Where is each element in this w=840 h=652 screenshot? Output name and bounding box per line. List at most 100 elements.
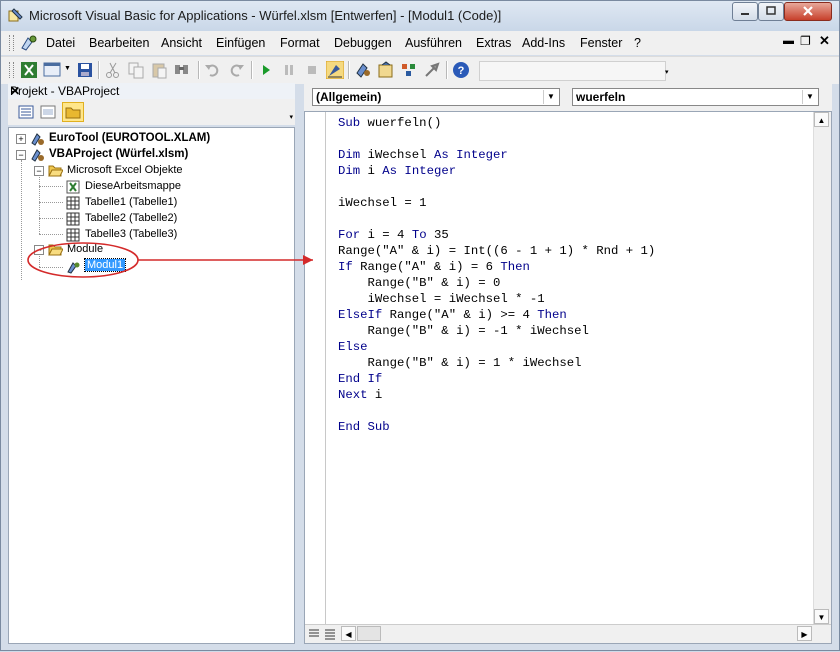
tree-item-eurotool[interactable]: EuroTool (EUROTOOL.XLAM) <box>49 132 210 144</box>
scroll-up-icon[interactable]: ▲ <box>814 112 829 127</box>
code-line[interactable]: Range("A" & i) = Int((6 - 1 + 1) * Rnd +… <box>338 243 655 259</box>
save-icon[interactable] <box>76 61 94 79</box>
code-editor[interactable]: Sub wuerfeln() Dim iWechsel As Integer Di… <box>304 111 832 644</box>
tree-item-vbaproject[interactable]: VBAProject (Würfel.xlsm) <box>49 148 188 160</box>
mdi-restore-icon[interactable]: ❐ <box>800 34 811 48</box>
pause-icon[interactable] <box>280 61 298 79</box>
tree-item-workbook[interactable]: DieseArbeitsmappe <box>85 180 181 192</box>
collapse-modules-icon[interactable]: − <box>34 245 44 255</box>
code-line[interactable]: ElseIf Range("A" & i) >= 4 Then <box>338 307 655 323</box>
code-line[interactable] <box>338 211 655 227</box>
tree-item-excel-objects[interactable]: Microsoft Excel Objekte <box>67 164 183 176</box>
code-line[interactable] <box>338 131 655 147</box>
mdi-close-icon[interactable]: ✕ <box>819 33 830 49</box>
code-keyword: For <box>338 228 368 242</box>
code-line[interactable]: iWechsel = 1 <box>338 195 655 211</box>
menu-bearbeiten[interactable]: Bearbeiten <box>89 36 149 50</box>
code-line[interactable]: Next i <box>338 387 655 403</box>
code-token: Range("B" & i) = -1 * iWechsel <box>338 324 589 338</box>
copy-icon[interactable] <box>127 61 145 79</box>
code-line[interactable]: Else <box>338 339 655 355</box>
project-explorer-icon[interactable] <box>354 61 372 79</box>
redo-icon[interactable] <box>227 61 245 79</box>
code-line[interactable]: End Sub <box>338 419 655 435</box>
toolbar-grip[interactable] <box>9 62 14 78</box>
code-line[interactable] <box>338 403 655 419</box>
code-line[interactable]: For i = 4 To 35 <box>338 227 655 243</box>
close-button[interactable] <box>784 2 832 21</box>
mdi-minimize-icon[interactable]: ▬ <box>783 35 794 47</box>
collapse-excel-objects-icon[interactable]: − <box>34 166 44 176</box>
code-line[interactable]: End If <box>338 371 655 387</box>
properties-window-icon[interactable] <box>377 61 395 79</box>
procedure-view-icon[interactable] <box>307 627 321 641</box>
vba-document-icon[interactable] <box>19 34 39 52</box>
paste-icon[interactable] <box>150 61 168 79</box>
help-icon[interactable]: ? <box>452 61 470 79</box>
code-line[interactable]: Range("B" & i) = 0 <box>338 275 655 291</box>
menu-format[interactable]: Format <box>280 36 320 50</box>
undo-icon[interactable] <box>204 61 222 79</box>
horizontal-scroll-thumb[interactable] <box>357 626 381 641</box>
insert-userform-icon[interactable] <box>43 61 61 79</box>
scroll-right-icon[interactable]: ▶ <box>797 626 812 641</box>
tree-item-modules[interactable]: Module <box>67 243 103 255</box>
code-line[interactable]: Dim iWechsel As Integer <box>338 147 655 163</box>
horizontal-scrollbar[interactable]: ◀ ▶ <box>305 624 831 643</box>
run-icon[interactable] <box>257 61 275 79</box>
view-object-icon[interactable] <box>40 105 56 119</box>
code-line[interactable] <box>338 179 655 195</box>
vba-project-icon <box>31 133 44 146</box>
toolbar-position-field[interactable] <box>479 61 666 81</box>
tree-item-module1[interactable]: Modul1 <box>83 258 127 272</box>
menu-ansicht[interactable]: Ansicht <box>161 36 202 50</box>
scroll-down-icon[interactable]: ▼ <box>814 609 829 624</box>
find-icon[interactable] <box>173 61 191 79</box>
tree-item-sheet3[interactable]: Tabelle3 (Tabelle3) <box>85 228 177 240</box>
code-line[interactable]: Range("B" & i) = -1 * iWechsel <box>338 323 655 339</box>
cut-icon[interactable] <box>104 61 122 79</box>
toolbox-icon[interactable] <box>423 61 441 79</box>
collapse-vbaproject-icon[interactable]: − <box>16 150 26 160</box>
menu-add-ins[interactable]: Add-Ins <box>522 36 565 50</box>
tree-item-sheet1[interactable]: Tabelle1 (Tabelle1) <box>85 196 177 208</box>
maximize-button[interactable] <box>758 2 784 21</box>
project-explorer-close-icon[interactable]: ✕ <box>10 84 292 98</box>
object-combobox[interactable]: (Allgemein) ▼ <box>312 88 560 106</box>
expand-eurotool-icon[interactable]: + <box>16 134 26 144</box>
menu-extras[interactable]: Extras <box>476 36 511 50</box>
vertical-scrollbar[interactable]: ▲ ▼ <box>813 112 831 624</box>
breakpoint-margin[interactable] <box>305 112 326 624</box>
proj-toolbar-options-icon[interactable]: ▾ <box>289 113 293 121</box>
design-mode-icon[interactable] <box>326 61 344 79</box>
code-line[interactable]: Sub wuerfeln() <box>338 115 655 131</box>
code-line[interactable]: iWechsel = iWechsel * -1 <box>338 291 655 307</box>
excel-view-icon[interactable] <box>20 61 38 79</box>
view-code-icon[interactable] <box>18 105 34 119</box>
scroll-left-icon[interactable]: ◀ <box>341 626 356 641</box>
code-line[interactable]: Range("B" & i) = 1 * iWechsel <box>338 355 655 371</box>
size-grip-icon[interactable] <box>814 626 830 642</box>
code-line[interactable]: Dim i As Integer <box>338 163 655 179</box>
tree-item-sheet2[interactable]: Tabelle2 (Tabelle2) <box>85 212 177 224</box>
menu-einfuegen[interactable]: Einfügen <box>216 36 265 50</box>
code-text[interactable]: Sub wuerfeln() Dim iWechsel As Integer Di… <box>338 115 655 435</box>
menu-fenster[interactable]: Fenster <box>580 36 622 50</box>
object-browser-icon[interactable] <box>400 61 418 79</box>
dropdown-arrow-icon[interactable]: ▼ <box>543 90 558 104</box>
code-line[interactable]: If Range("A" & i) = 6 Then <box>338 259 655 275</box>
minimize-button[interactable] <box>732 2 758 21</box>
stop-icon[interactable] <box>303 61 321 79</box>
toggle-folders-button[interactable] <box>62 102 84 122</box>
menu-help[interactable]: ? <box>634 36 641 50</box>
menu-datei[interactable]: Datei <box>46 36 75 50</box>
full-module-view-icon[interactable] <box>323 627 337 641</box>
insert-dropdown-icon[interactable]: ▼ <box>64 65 71 72</box>
procedure-combobox[interactable]: wuerfeln ▼ <box>572 88 819 106</box>
toolbar-separator <box>348 61 350 79</box>
menu-ausfuehren[interactable]: Ausführen <box>405 36 462 50</box>
menu-debuggen[interactable]: Debuggen <box>334 36 392 50</box>
dropdown-arrow-icon[interactable]: ▼ <box>802 90 817 104</box>
menubar-grip[interactable] <box>9 35 14 51</box>
toolbar-options-icon[interactable]: ▾ <box>665 68 669 76</box>
